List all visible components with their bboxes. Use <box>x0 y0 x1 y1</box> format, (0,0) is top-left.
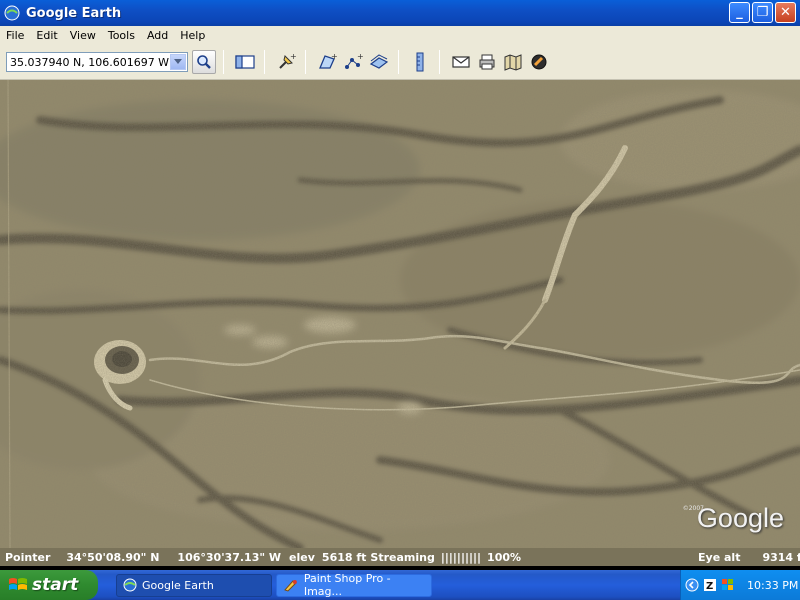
start-label: start <box>32 575 79 595</box>
window-title: Google Earth <box>26 5 122 21</box>
svg-text:+: + <box>290 52 296 61</box>
menu-edit[interactable]: Edit <box>30 29 63 42</box>
svg-text:+: + <box>331 52 337 61</box>
add-image-overlay-button[interactable] <box>367 50 391 74</box>
windows-logo-tray-icon[interactable] <box>721 578 735 592</box>
svg-text:Z: Z <box>706 581 713 592</box>
toolbar-separator <box>439 50 440 74</box>
menu-tools[interactable]: Tools <box>102 29 141 42</box>
pointer-longitude: 106°30'37.13" W <box>177 550 282 564</box>
google-watermark: Google <box>696 503 784 533</box>
zonealarm-icon[interactable]: Z <box>703 578 717 592</box>
restore-button[interactable]: ❐ <box>752 2 773 23</box>
print-icon <box>479 54 495 70</box>
elevation-value: 5618 ft <box>321 550 367 564</box>
streaming-bar: |||||||||| <box>440 550 482 564</box>
google-earth-logo-icon <box>4 5 20 21</box>
start-button[interactable]: start <box>0 570 98 600</box>
menu-add[interactable]: Add <box>141 29 174 42</box>
print-button[interactable] <box>475 50 499 74</box>
search-input[interactable]: 35.037940 N, 106.601697 W <box>6 52 188 72</box>
ruler-icon <box>416 52 424 72</box>
eye-alt-label: Eye alt <box>698 550 741 564</box>
close-icon: ✕ <box>780 5 791 20</box>
chevron-down-icon[interactable] <box>170 54 186 70</box>
search-icon <box>197 55 211 69</box>
email-icon <box>452 56 470 68</box>
search-button[interactable] <box>192 50 216 74</box>
minimize-button[interactable]: _ <box>729 2 750 23</box>
system-clock: 10:33 PM <box>747 578 799 592</box>
svg-text:+: + <box>357 52 363 61</box>
close-button[interactable]: ✕ <box>775 2 796 23</box>
path-icon: + <box>345 52 363 69</box>
menu-view[interactable]: View <box>64 29 102 42</box>
polygon-icon: + <box>319 52 337 69</box>
windows-flag-icon <box>9 578 27 590</box>
menu-bar: File Edit View Tools Add Help <box>0 26 800 45</box>
expand-tray-icon[interactable] <box>685 578 699 592</box>
add-path-button[interactable]: + <box>341 50 365 74</box>
ruler-button[interactable] <box>408 50 432 74</box>
pointer-label: Pointer <box>5 550 51 564</box>
toolbar-separator <box>223 50 224 74</box>
restore-icon: ❐ <box>756 5 769 20</box>
image-overlay-icon <box>369 54 389 69</box>
toolbar: 35.037940 N, 106.601697 W + + + <box>0 45 800 80</box>
maps-button[interactable] <box>501 50 525 74</box>
add-placemark-button[interactable]: + <box>274 50 298 74</box>
email-button[interactable] <box>449 50 473 74</box>
streaming-percent: 100% <box>487 550 522 564</box>
task-label: Google Earth <box>142 578 214 592</box>
sky-button[interactable] <box>527 50 551 74</box>
placemark-icon: + <box>279 52 296 69</box>
taskbar: start Google Earth Paint Shop Pro - Imag… <box>0 570 800 600</box>
status-bar: Pointer 34°50'08.90" N 106°30'37.13" W e… <box>0 548 800 566</box>
eye-alt-value: 9314 ft <box>762 550 800 564</box>
menu-help[interactable]: Help <box>174 29 211 42</box>
title-bar: Google Earth _ ❐ ✕ <box>0 0 800 26</box>
sidebar-toggle-button[interactable] <box>233 50 257 74</box>
minimize-icon: _ <box>736 5 743 20</box>
toolbar-separator <box>398 50 399 74</box>
maps-icon <box>504 54 522 71</box>
toolbar-separator <box>305 50 306 74</box>
google-earth-icon <box>123 578 137 592</box>
add-polygon-button[interactable]: + <box>315 50 339 74</box>
taskbar-item-paint-shop-pro[interactable]: Paint Shop Pro - Imag... <box>276 572 432 598</box>
toolbar-separator <box>264 50 265 74</box>
satellite-terrain <box>0 80 800 548</box>
paint-shop-pro-icon <box>284 580 297 592</box>
sidebar-toggle-icon <box>235 55 255 69</box>
pointer-latitude: 34°50'08.90" N <box>66 550 160 564</box>
taskbar-item-google-earth[interactable]: Google Earth <box>116 573 272 597</box>
streaming-label: Streaming <box>370 550 435 564</box>
search-value: 35.037940 N, 106.601697 W <box>10 55 170 69</box>
sky-icon <box>531 54 547 70</box>
task-label: Paint Shop Pro - Imag... <box>303 572 391 598</box>
menu-file[interactable]: File <box>0 29 30 42</box>
system-tray: Z 10:33 PM <box>680 570 800 600</box>
map-view[interactable]: ©2007 Google <box>0 80 800 548</box>
elevation-label: elev <box>289 550 315 564</box>
